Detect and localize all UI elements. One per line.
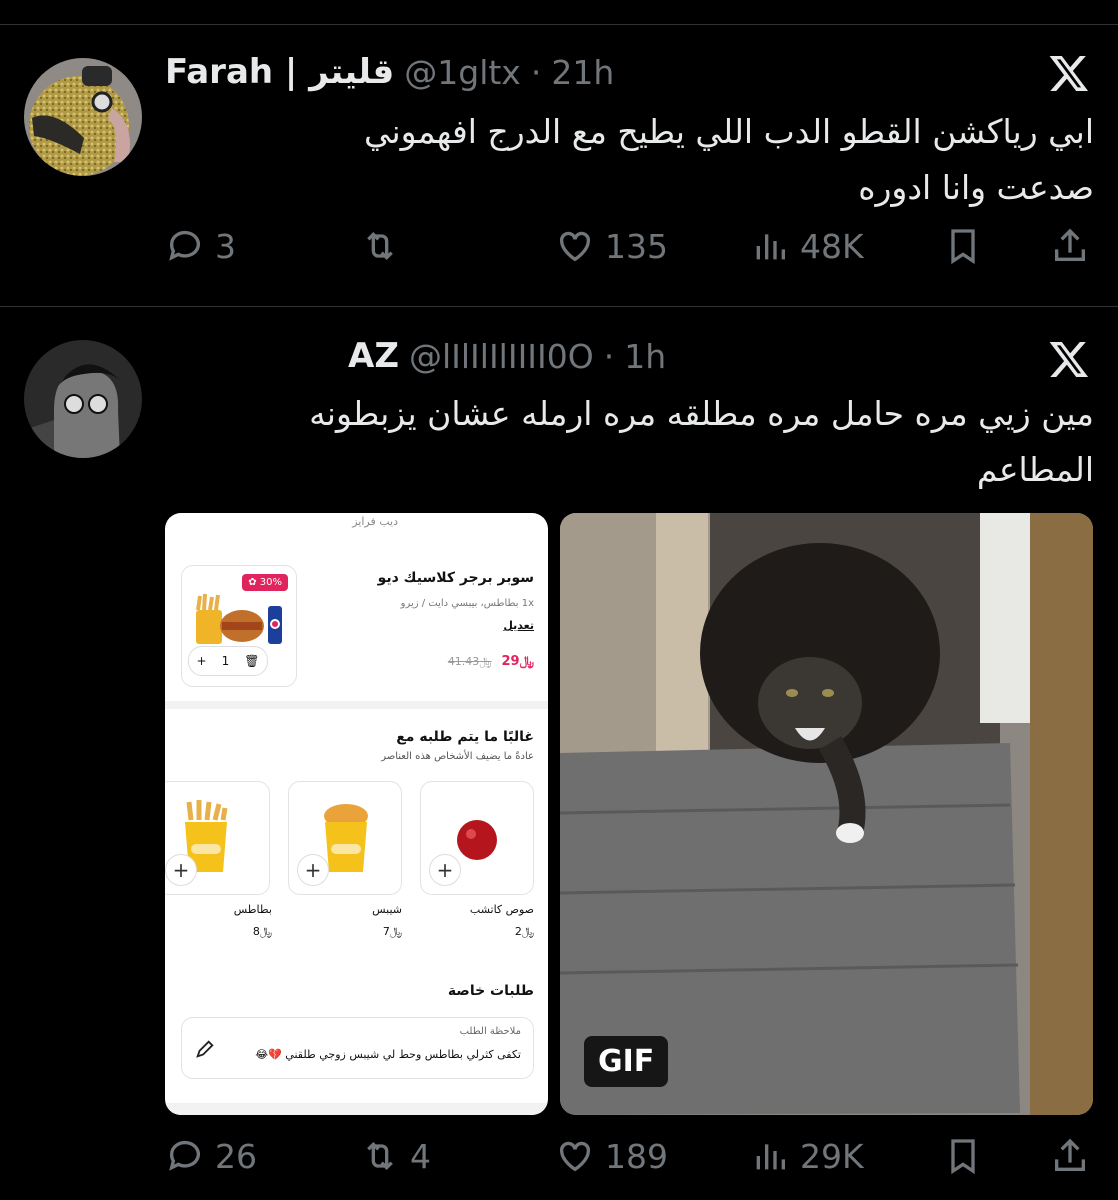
- meal-image: [196, 593, 282, 644]
- reply-button[interactable]: 26: [165, 1136, 257, 1176]
- x-logo-icon: [1049, 56, 1089, 92]
- plus-icon[interactable]: +: [197, 654, 207, 668]
- upsell-item-name: شيبس: [372, 903, 402, 916]
- item-price: ﷼29 ﷼41.43: [448, 654, 534, 669]
- price-old: ﷼41.43: [447, 654, 492, 668]
- quantity-stepper[interactable]: + 1 🗑: [188, 646, 268, 676]
- like-count: 135: [605, 226, 668, 266]
- item-description: 1x بطاطس، بيبسي دايت / زيرو: [400, 598, 534, 609]
- item-image-card: ✿ 30% + 1 🗑: [181, 565, 297, 687]
- restaurant-name: ديب فرايز: [352, 515, 398, 528]
- special-requests-title: طلبات خاصة: [447, 983, 534, 999]
- retweet-icon: [367, 231, 393, 261]
- share-button[interactable]: [1050, 226, 1090, 266]
- like-count: 189: [605, 1136, 668, 1176]
- views-chart-icon: [756, 234, 785, 260]
- user-handle[interactable]: @1gltx: [404, 53, 521, 92]
- add-button[interactable]: +: [297, 854, 329, 886]
- avatar[interactable]: [24, 340, 142, 458]
- quantity-value: 1: [221, 654, 230, 668]
- media-screenshot[interactable]: ديب فرايز سوبر برجر كلاسيك ديو 1x بطاطس،…: [165, 513, 548, 1115]
- upsell-item-price: ﷼7: [382, 925, 402, 938]
- edit-link[interactable]: تعديل: [503, 619, 534, 632]
- upsell-item-name: بطاطس: [233, 903, 272, 916]
- tweet-text-line: ابي رياكشن القطو الدب اللي يطيح مع الدرج…: [363, 112, 1094, 151]
- discount-badge: ✿ 30%: [242, 574, 288, 591]
- reply-icon: [169, 230, 200, 261]
- retweet-button[interactable]: 4: [360, 1136, 431, 1176]
- views-button[interactable]: 48K: [750, 226, 864, 266]
- gif-badge: GIF: [584, 1036, 669, 1087]
- heart-icon: [559, 1141, 591, 1172]
- item-title: سوبر برجر كلاسيك ديو: [377, 570, 534, 586]
- avatar[interactable]: [24, 58, 142, 176]
- retweet-icon: [367, 1141, 393, 1171]
- share-icon: [1055, 228, 1085, 261]
- chips-image: [324, 804, 368, 872]
- separator-dot: ·: [530, 52, 542, 92]
- tweet-text: ابي رياكشن القطو الدب اللي يطيح مع الدرج…: [200, 104, 1094, 216]
- order-note-field[interactable]: ملاحظة الطلب تكفى كثرلي بطاطس وحط لي شيب…: [181, 1017, 534, 1079]
- tweet-text-line: المطاعم: [976, 450, 1094, 489]
- media-gif[interactable]: GIF: [560, 513, 1093, 1115]
- like-button[interactable]: 135: [555, 226, 668, 266]
- retweet-button[interactable]: [360, 226, 410, 266]
- section-divider: [165, 701, 548, 709]
- share-icon: [1055, 1138, 1085, 1171]
- upsell-item-price: ﷼2: [514, 925, 534, 938]
- upsell-card-fries[interactable]: +: [165, 781, 270, 895]
- upsell-item-name: صوص كاتشب: [469, 903, 534, 916]
- trash-icon[interactable]: 🗑: [244, 654, 259, 668]
- views-chart-icon: [756, 1144, 785, 1170]
- pencil-icon[interactable]: [194, 1038, 216, 1060]
- reply-count: 3: [215, 226, 236, 266]
- view-count: 29K: [800, 1136, 864, 1176]
- note-text: تكفى كثرلي بطاطس وحط لي شيبس زوجي طلقني …: [255, 1048, 521, 1061]
- add-button[interactable]: +: [165, 854, 197, 886]
- price-new: ﷼29: [501, 654, 535, 669]
- tweet-header: Farah | قليتر @1gltx · 21h: [165, 52, 614, 92]
- upsell-item-price: ﷼8: [252, 925, 272, 938]
- reply-count: 26: [215, 1136, 257, 1176]
- cat-gif-image: [560, 513, 1093, 1115]
- timestamp[interactable]: 21h: [551, 53, 614, 92]
- note-label: ملاحظة الطلب: [459, 1026, 521, 1037]
- share-button[interactable]: [1050, 1136, 1090, 1176]
- x-logo-icon: [1049, 342, 1089, 378]
- add-button[interactable]: +: [429, 854, 461, 886]
- tweet-1[interactable]: Farah | قليتر @1gltx · 21h ابي رياكشن ال…: [0, 0, 1118, 306]
- action-bar: 3 135 48K: [165, 226, 1094, 276]
- user-handle[interactable]: @lIlIlIlIIII0O: [409, 337, 594, 376]
- upsell-subtitle: عادةً ما يضيف الأشخاص هذه العناصر: [381, 751, 534, 762]
- reply-icon: [169, 1140, 200, 1171]
- tweet-header: AZ @lIlIlIlIIII0O · 1h: [348, 336, 666, 376]
- display-name[interactable]: Farah | قليتر: [165, 52, 394, 92]
- bookmark-button[interactable]: [943, 1136, 983, 1176]
- tweet-text-line: مين زيي مره حامل مره مطلقه مره ارمله عشا…: [309, 394, 1094, 433]
- bottom-divider: [165, 1103, 548, 1115]
- ketchup-image: [457, 820, 497, 860]
- view-count: 48K: [800, 226, 864, 266]
- upsell-card-ketchup[interactable]: +: [420, 781, 534, 895]
- tweet-2[interactable]: AZ @lIlIlIlIIII0O · 1h مين زيي مره حامل …: [0, 306, 1118, 1200]
- bookmark-icon: [951, 1139, 975, 1175]
- reply-button[interactable]: 3: [165, 226, 236, 266]
- upsell-title: غالبًا ما يتم طلبه مع: [396, 729, 534, 745]
- separator-dot: ·: [603, 336, 615, 376]
- like-button[interactable]: 189: [555, 1136, 668, 1176]
- timestamp[interactable]: 1h: [624, 337, 666, 376]
- bookmark-icon: [951, 229, 975, 265]
- bookmark-button[interactable]: [943, 226, 983, 266]
- display-name[interactable]: AZ: [348, 336, 399, 376]
- action-bar: 26 4 189 29K: [165, 1136, 1094, 1186]
- views-button[interactable]: 29K: [750, 1136, 864, 1176]
- upsell-card-chips[interactable]: +: [288, 781, 402, 895]
- heart-icon: [559, 231, 591, 262]
- tweet-text-line: صدعت وانا ادوره: [858, 168, 1094, 207]
- retweet-count: 4: [410, 1136, 431, 1176]
- tweet-text: مين زيي مره حامل مره مطلقه مره ارمله عشا…: [200, 386, 1094, 498]
